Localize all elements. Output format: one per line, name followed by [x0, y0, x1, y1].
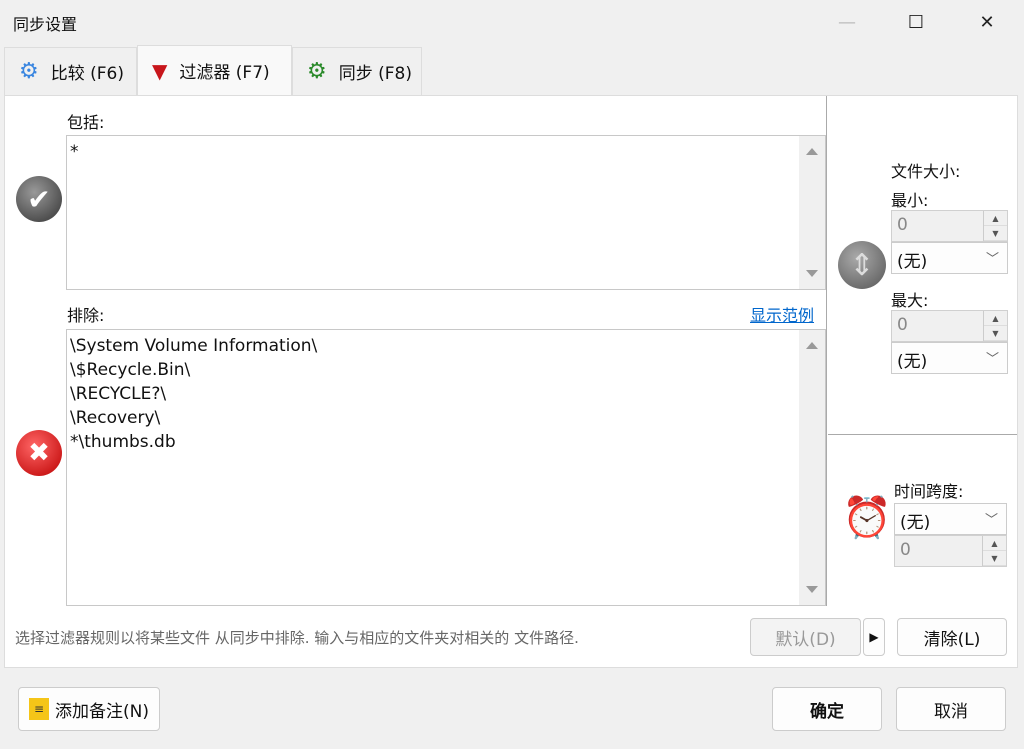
min-size-value: 0 [897, 215, 908, 235]
tab-compare[interactable]: ⚙ 比较 (F6) [4, 47, 137, 95]
timespan-value: 0 [900, 540, 911, 560]
default-options-arrow[interactable]: ▶ [863, 618, 885, 656]
exclude-line: \$Recycle.Bin\ [70, 360, 191, 380]
title-bar [0, 0, 1024, 44]
include-scrollbar[interactable] [799, 136, 825, 289]
timespan-unit-value: (无) [900, 513, 931, 533]
chevron-down-icon: ﹀ [984, 513, 998, 528]
min-size-stepper[interactable]: 0 ▲ ▼ [891, 210, 1008, 242]
add-note-label: 添加备注(N) [55, 701, 149, 722]
spin-down-icon[interactable]: ▼ [984, 326, 1007, 341]
max-label: 最大: [891, 291, 929, 310]
add-note-button[interactable]: ≡ 添加备注(N) [18, 687, 160, 731]
show-examples-link[interactable]: 显示范例 [750, 302, 814, 326]
tab-label: 过滤器 (F7) [179, 63, 270, 83]
tab-label: 同步 (F8) [338, 64, 412, 84]
min-unit-select[interactable]: (无) ﹀ [891, 242, 1008, 274]
spin-up-icon[interactable]: ▲ [984, 211, 1007, 226]
divider [826, 96, 827, 606]
include-label: 包括: [67, 113, 105, 132]
filesize-label: 文件大小: [891, 162, 961, 181]
triangle-right-icon: ▶ [869, 630, 879, 644]
exclude-line: \Recovery\ [70, 408, 161, 428]
ok-button[interactable]: 确定 [772, 687, 882, 731]
exclude-line: *\thumbs.db [70, 432, 176, 452]
include-textarea[interactable]: * [66, 135, 826, 290]
maximize-button[interactable]: ☐ [896, 8, 936, 36]
note-icon: ≡ [29, 698, 49, 720]
checkmark-icon: ✔ [16, 176, 62, 222]
chevron-down-icon: ﹀ [985, 252, 999, 267]
alarm-clock-icon: ⏰ [842, 495, 892, 541]
timespan-unit-select[interactable]: (无) ﹀ [894, 503, 1007, 535]
tab-filter[interactable]: ▼ 过滤器 (F7) [137, 45, 292, 95]
close-button[interactable]: ✕ [967, 8, 1007, 36]
timespan-stepper[interactable]: 0 ▲ ▼ [894, 535, 1007, 567]
spin-up-icon[interactable]: ▲ [984, 311, 1007, 326]
include-value: * [70, 142, 79, 162]
default-button[interactable]: 默认(D) [750, 618, 861, 656]
exclude-line: \System Volume Information\ [70, 336, 318, 356]
spin-down-icon[interactable]: ▼ [984, 226, 1007, 241]
tab-sync[interactable]: ⚙ 同步 (F8) [292, 47, 422, 95]
size-arrows-icon: ⇕ [838, 241, 886, 289]
chevron-down-icon: ﹀ [985, 352, 999, 367]
spin-up-icon[interactable]: ▲ [983, 536, 1006, 551]
exclude-x-icon: ✖ [16, 430, 62, 476]
filter-hint: 选择过滤器规则以将某些文件 从同步中排除. 输入与相应的文件夹对相关的 文件路径… [15, 629, 579, 647]
cancel-button[interactable]: 取消 [896, 687, 1006, 731]
max-size-stepper[interactable]: 0 ▲ ▼ [891, 310, 1008, 342]
exclude-label: 排除: [67, 306, 105, 325]
exclude-line: \RECYCLE?\ [70, 384, 167, 404]
funnel-icon: ▼ [152, 58, 168, 83]
clear-button[interactable]: 清除(L) [897, 618, 1007, 656]
min-unit-value: (无) [897, 252, 928, 272]
spin-down-icon[interactable]: ▼ [983, 551, 1006, 566]
max-unit-select[interactable]: (无) ﹀ [891, 342, 1008, 374]
window-title: 同步设置 [13, 15, 78, 34]
exclude-scrollbar[interactable] [799, 330, 825, 605]
max-size-value: 0 [897, 315, 908, 335]
max-unit-value: (无) [897, 352, 928, 372]
timespan-label: 时间跨度: [894, 482, 964, 501]
min-label: 最小: [891, 191, 929, 210]
exclude-textarea[interactable]: \System Volume Information\ \$Recycle.Bi… [66, 329, 826, 606]
minimize-button[interactable]: — [827, 8, 867, 36]
tab-label: 比较 (F6) [50, 64, 124, 84]
gear-blue-icon: ⚙ [19, 59, 39, 84]
divider [828, 434, 1017, 435]
gear-green-icon: ⚙ [307, 59, 327, 84]
